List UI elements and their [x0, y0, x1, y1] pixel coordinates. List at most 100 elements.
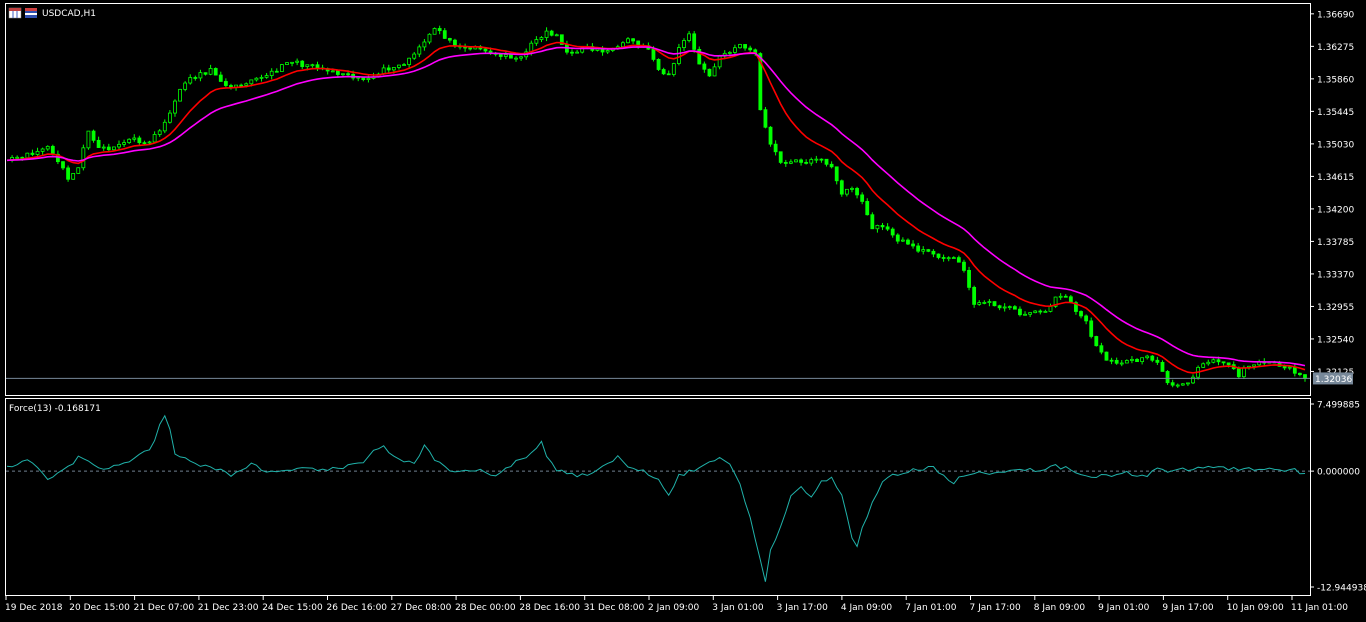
candle: [539, 36, 544, 43]
force-axis: 7.499885 0.000000 -12.944938: [1310, 401, 1366, 594]
candle: [1007, 305, 1012, 310]
candle: [554, 33, 559, 37]
candle: [900, 237, 905, 242]
candle: [697, 46, 702, 65]
candle: [223, 78, 228, 88]
candle: [865, 198, 870, 216]
candle: [921, 246, 926, 255]
candle: [534, 36, 539, 46]
price-tick-label: 1.34200: [1317, 205, 1354, 215]
candle: [855, 186, 859, 199]
candle: [437, 25, 442, 35]
candle: [1084, 314, 1089, 325]
candle: [188, 74, 193, 85]
candle: [412, 51, 417, 60]
candle: [341, 73, 345, 77]
force-tick-label: 0.000000: [1317, 468, 1360, 478]
candle: [1124, 359, 1129, 364]
time-tick-label: 3 Jan 17:00: [777, 603, 829, 613]
price-tick-label: 1.34615: [1317, 173, 1354, 183]
candle: [290, 61, 294, 67]
candle: [300, 60, 305, 70]
candle: [936, 253, 941, 260]
candle: [890, 227, 895, 238]
candle: [951, 256, 956, 259]
time-tick-label: 4 Jan 09:00: [841, 603, 893, 613]
candle: [1145, 354, 1150, 360]
candle: [972, 285, 977, 308]
candle: [519, 55, 524, 61]
candle: [203, 72, 208, 76]
candle: [809, 157, 814, 166]
candle: [447, 37, 452, 43]
candle: [738, 43, 742, 49]
candle: [671, 62, 676, 77]
candle: [310, 63, 315, 68]
time-tick-label: 9 Jan 01:00: [1098, 603, 1150, 613]
time-tick-label: 11 Jan 01:00: [1291, 603, 1348, 613]
candle: [122, 139, 126, 147]
candle: [1180, 383, 1185, 386]
candle: [1012, 305, 1017, 310]
force-line: [6, 414, 1306, 582]
candle: [956, 255, 961, 263]
candle: [76, 167, 81, 174]
moving-averages: [6, 41, 1306, 374]
time-tick-label: 8 Jan 09:00: [1034, 603, 1086, 613]
candle: [926, 248, 931, 253]
chart-window-icon: [8, 7, 37, 19]
candle: [794, 159, 798, 163]
candle: [30, 149, 35, 157]
candle: [834, 166, 839, 185]
candle: [814, 155, 819, 164]
candle: [916, 242, 921, 253]
mt-chart-window[interactable]: 1.36690 1.36275 1.35860 1.35445 1.35030 1.346…: [0, 0, 1366, 622]
force-indicator-label: Force(13) -0.168171: [9, 404, 101, 414]
candle: [788, 159, 793, 165]
candle: [45, 145, 50, 151]
candle: [1094, 335, 1099, 347]
candle: [106, 143, 111, 152]
candle: [682, 38, 686, 51]
time-tick-label: 26 Dec 16:00: [327, 603, 388, 613]
candle: [162, 119, 167, 134]
candle: [1053, 296, 1058, 308]
price-tick-label: 1.35445: [1317, 108, 1354, 118]
time-tick-label: 28 Dec 00:00: [455, 603, 516, 613]
candle: [906, 238, 910, 246]
candle: [117, 140, 121, 150]
price-tick-label: 1.32540: [1317, 335, 1354, 345]
candle: [1191, 374, 1195, 385]
chart-title: USDCAD,H1: [8, 7, 96, 19]
candle: [702, 61, 707, 73]
candle: [269, 68, 274, 80]
candle: [661, 67, 666, 76]
candle: [677, 43, 681, 66]
candle: [712, 63, 717, 77]
candle: [1170, 379, 1175, 388]
candle: [1043, 309, 1048, 313]
candle: [967, 266, 971, 291]
candle: [208, 64, 213, 76]
candle: [1221, 361, 1226, 366]
candle: [549, 29, 554, 37]
candle: [946, 256, 951, 262]
candle: [1002, 303, 1007, 312]
candle: [768, 126, 773, 147]
candle: [407, 57, 412, 68]
candle: [514, 56, 518, 62]
candle: [152, 131, 157, 143]
candle: [575, 49, 580, 54]
time-tick-label: 2 Jan 09:00: [648, 603, 700, 613]
candle: [743, 44, 747, 51]
candle: [198, 69, 203, 82]
candle: [91, 129, 96, 143]
candle: [218, 71, 223, 82]
price-tick-label: 1.36275: [1317, 43, 1354, 53]
price-tick-label: 1.32955: [1317, 303, 1354, 313]
candle: [977, 300, 982, 306]
candle: [626, 37, 630, 44]
candle: [987, 299, 992, 307]
candle: [315, 61, 320, 71]
candle: [10, 155, 14, 163]
